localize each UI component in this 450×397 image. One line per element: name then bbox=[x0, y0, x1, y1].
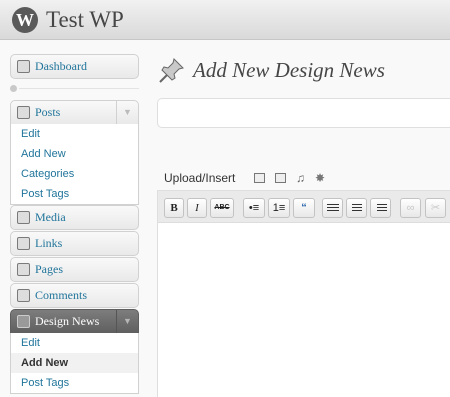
separator-line bbox=[19, 88, 139, 89]
unordered-list-button[interactable]: •≡ bbox=[243, 198, 265, 218]
post-editor[interactable]: B I ABC •≡ 1≡ “ ∞ ✂ bbox=[157, 190, 450, 397]
upload-insert-label: Upload/Insert bbox=[164, 171, 236, 185]
submenu-design-news-add-new[interactable]: Add New bbox=[11, 353, 138, 373]
link-icon: ∞ bbox=[406, 202, 415, 214]
align-right-icon bbox=[377, 204, 387, 213]
design-news-submenu: Edit Add New Post Tags bbox=[10, 333, 139, 394]
menu-pages[interactable]: Pages bbox=[10, 257, 139, 282]
menu-links[interactable]: Links bbox=[10, 231, 139, 256]
pushpin-icon bbox=[159, 58, 184, 83]
submenu-design-news-tags[interactable]: Post Tags bbox=[11, 373, 138, 393]
menu-comments[interactable]: Comments bbox=[10, 283, 139, 308]
submenu-posts-categories[interactable]: Categories bbox=[11, 164, 138, 184]
submenu-design-news-edit[interactable]: Edit bbox=[11, 333, 138, 353]
chevron-down-icon[interactable]: ▼ bbox=[116, 310, 138, 333]
menu-posts[interactable]: Posts ▼ bbox=[10, 100, 139, 125]
italic-button[interactable]: I bbox=[187, 198, 207, 218]
menu-dashboard-label: Dashboard bbox=[35, 59, 87, 73]
collapse-handle-icon[interactable] bbox=[10, 85, 17, 92]
editor-toolbar: B I ABC •≡ 1≡ “ ∞ ✂ bbox=[158, 191, 450, 223]
posts-submenu: Edit Add New Categories Post Tags bbox=[10, 124, 139, 205]
menu-posts-label: Posts bbox=[35, 105, 61, 119]
wordpress-logo-icon[interactable]: W bbox=[12, 7, 38, 33]
add-media-icon[interactable]: ✸ bbox=[315, 172, 326, 184]
site-title[interactable]: Test WP bbox=[46, 7, 124, 33]
bold-button[interactable]: B bbox=[164, 198, 184, 218]
insert-link-button[interactable]: ∞ bbox=[400, 198, 421, 218]
post-title-input[interactable] bbox=[157, 98, 450, 128]
link-icon bbox=[17, 237, 30, 250]
pushpin-icon bbox=[17, 106, 30, 119]
chevron-down-icon[interactable]: ▼ bbox=[116, 101, 138, 124]
page-title: Add New Design News bbox=[193, 58, 385, 82]
admin-header: W Test WP bbox=[0, 0, 450, 40]
submenu-posts-edit[interactable]: Edit bbox=[11, 124, 138, 144]
blockquote-button[interactable]: “ bbox=[293, 198, 315, 218]
submenu-posts-tags[interactable]: Post Tags bbox=[11, 184, 138, 204]
unlink-button[interactable]: ✂ bbox=[425, 198, 446, 218]
ordered-list-button[interactable]: 1≡ bbox=[268, 198, 290, 218]
home-icon bbox=[17, 60, 30, 73]
menu-media[interactable]: Media bbox=[10, 205, 139, 230]
add-video-icon[interactable] bbox=[275, 173, 286, 183]
menu-links-label: Links bbox=[35, 236, 63, 250]
align-left-icon bbox=[327, 204, 339, 213]
align-center-icon bbox=[352, 204, 362, 213]
comment-bubble-icon bbox=[17, 289, 30, 302]
align-left-button[interactable] bbox=[322, 198, 343, 218]
menu-media-label: Media bbox=[35, 210, 66, 224]
menu-separator[interactable] bbox=[10, 83, 139, 93]
add-audio-icon[interactable]: ♫ bbox=[296, 172, 307, 184]
strikethrough-button[interactable]: ABC bbox=[210, 198, 234, 218]
menu-dashboard[interactable]: Dashboard bbox=[10, 54, 139, 79]
submenu-posts-add-new[interactable]: Add New bbox=[11, 144, 138, 164]
menu-pages-label: Pages bbox=[35, 262, 63, 276]
align-right-button[interactable] bbox=[370, 198, 391, 218]
pushpin-icon bbox=[17, 315, 30, 328]
menu-design-news-label: Design News bbox=[35, 314, 100, 328]
add-image-icon[interactable] bbox=[254, 173, 265, 183]
media-icon bbox=[17, 211, 30, 224]
menu-design-news[interactable]: Design News ▼ bbox=[10, 309, 139, 334]
pages-icon bbox=[17, 263, 30, 276]
unlink-icon: ✂ bbox=[430, 202, 441, 214]
menu-comments-label: Comments bbox=[35, 288, 88, 302]
align-center-button[interactable] bbox=[346, 198, 367, 218]
